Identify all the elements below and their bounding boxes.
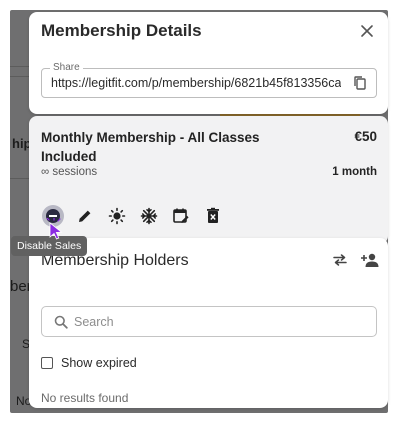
show-expired-checkbox[interactable] [41,357,53,369]
swap-icon [333,254,347,266]
search-input[interactable] [74,313,364,331]
edit-button[interactable] [69,204,101,228]
plan-price: €50 [354,129,377,144]
close-icon [361,25,373,37]
plan-sessions: ∞ sessions [41,166,98,178]
mouse-pointer-icon [46,218,63,240]
copy-button[interactable] [352,75,370,93]
membership-details-card: Membership Details Share https://legitfi… [29,12,388,114]
share-field-label: Share [50,62,83,73]
empty-state-text: No results found [41,391,129,405]
brightness-icon [108,207,126,225]
brightness-button[interactable] [101,204,133,228]
edit-icon [79,210,91,222]
share-url-field[interactable]: Share https://legitfit.com/p/membership/… [41,62,377,98]
show-expired-label: Show expired [61,356,137,370]
plan-name: Monthly Membership - All Classes Include… [41,130,260,164]
share-url-value[interactable]: https://legitfit.com/p/membership/6821b4… [51,76,341,90]
calendar-edit-button[interactable] [165,204,197,228]
calendar-edit-icon [173,208,189,223]
copy-icon [354,76,366,90]
add-person-icon [361,253,379,267]
freeze-icon [140,207,158,225]
search-field[interactable] [41,306,377,337]
add-holder-button[interactable] [360,250,380,270]
delete-icon [207,207,219,223]
membership-holders-card: Membership Holders Search Show expired N… [29,238,388,408]
page-title: Membership Details [41,21,202,40]
delete-button[interactable] [197,204,229,228]
close-button[interactable] [356,20,378,42]
holders-toolbar [330,250,380,270]
search-icon [54,315,68,329]
show-expired-toggle[interactable]: Show expired [41,356,137,370]
membership-modal: Membership Details Share https://legitfi… [29,12,388,408]
transfer-button[interactable] [330,250,350,270]
freeze-button[interactable] [133,204,165,228]
plan-duration: 1 month [332,166,377,178]
